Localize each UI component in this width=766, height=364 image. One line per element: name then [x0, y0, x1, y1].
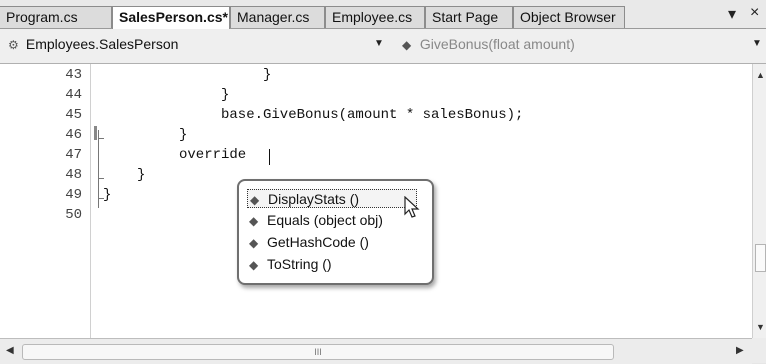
line-number: 50 [65, 207, 82, 223]
horizontal-scroll-thumb[interactable]: III [22, 344, 614, 360]
method-icon: ◆ [249, 258, 259, 272]
close-icon[interactable]: × [750, 4, 759, 22]
method-icon: ◆ [402, 38, 412, 52]
line-number: 47 [65, 147, 82, 163]
tab-label: Manager.cs [237, 9, 310, 25]
code-line: } [103, 187, 112, 203]
vertical-scroll-thumb[interactable] [755, 244, 766, 272]
tab-program-cs[interactable]: Program.cs [0, 6, 112, 28]
tab-list-dropdown-icon[interactable]: ▾ [728, 4, 736, 24]
gutter-divider [90, 64, 91, 338]
code-line: } [179, 127, 188, 143]
scroll-left-icon[interactable]: ◀ [6, 345, 14, 356]
scroll-right-icon[interactable]: ▶ [736, 345, 744, 356]
outline-tick [98, 178, 104, 179]
chevron-down-icon[interactable]: ▼ [374, 38, 384, 49]
completion-item-gethashcode[interactable]: ◆ GetHashCode () [247, 233, 371, 252]
mouse-cursor-icon [404, 196, 420, 218]
tab-start-page[interactable]: Start Page [425, 6, 513, 28]
tab-employee-cs[interactable]: Employee.cs [325, 6, 425, 28]
tab-salesperson-cs[interactable]: SalesPerson.cs* [112, 6, 230, 29]
scroll-up-icon[interactable]: ▲ [756, 70, 765, 80]
tab-label: Start Page [432, 9, 499, 25]
method-icon: ◆ [249, 236, 259, 250]
code-line: } [221, 87, 230, 103]
method-icon: ◆ [250, 193, 260, 207]
text-caret [269, 149, 270, 165]
document-tab-bar: Program.cs SalesPerson.cs* Manager.cs Em… [0, 0, 766, 29]
completion-item-displaystats[interactable]: ◆ DisplayStats () [247, 189, 417, 208]
line-number: 43 [65, 67, 82, 83]
member-combo[interactable]: ◆ GiveBonus(float amount) [396, 33, 756, 57]
vertical-scrollbar[interactable]: ▲ ▼ [752, 64, 766, 338]
horizontal-scrollbar[interactable]: ◀ III ▶ [0, 338, 752, 364]
scroll-down-icon[interactable]: ▼ [756, 322, 765, 332]
line-number: 49 [65, 187, 82, 203]
method-icon: ◆ [249, 214, 259, 228]
code-line: } [137, 167, 146, 183]
outline-line [98, 130, 99, 208]
line-number: 48 [65, 167, 82, 183]
change-marker [94, 126, 97, 140]
completion-item-label: DisplayStats () [268, 191, 360, 207]
scrollbar-corner [752, 338, 766, 363]
member-combo-value: GiveBonus(float amount) [419, 36, 575, 52]
scroll-thumb-grip: III [314, 347, 322, 357]
tab-label: Program.cs [6, 9, 78, 25]
navigation-bar: ⚙ Employees.SalesPerson ▼ ◆ GiveBonus(fl… [0, 29, 766, 64]
code-line: } [263, 67, 272, 83]
tab-label: Object Browser [520, 9, 616, 25]
line-number: 46 [65, 127, 82, 143]
completion-item-label: ToString () [267, 256, 332, 272]
tab-label: Employee.cs [332, 9, 413, 25]
completion-item-label: GetHashCode () [267, 234, 369, 250]
tab-manager-cs[interactable]: Manager.cs [230, 6, 325, 28]
type-combo[interactable]: ⚙ Employees.SalesPerson [2, 33, 392, 57]
code-line: override [179, 147, 255, 163]
chevron-down-icon[interactable]: ▼ [752, 38, 762, 49]
completion-item-tostring[interactable]: ◆ ToString () [247, 255, 334, 274]
line-number: 44 [65, 87, 82, 103]
outline-tick [98, 138, 104, 139]
class-icon: ⚙ [8, 38, 19, 52]
type-combo-value: Employees.SalesPerson [25, 36, 179, 52]
code-line: base.GiveBonus(amount * salesBonus); [221, 107, 524, 123]
completion-item-label: Equals (object obj) [267, 212, 383, 228]
tab-label: SalesPerson.cs* [119, 9, 228, 25]
intellisense-popup: ◆ DisplayStats () ◆ Equals (object obj) ◆ G… [237, 179, 434, 285]
tab-object-browser[interactable]: Object Browser [513, 6, 625, 28]
completion-item-equals[interactable]: ◆ Equals (object obj) [247, 211, 385, 230]
line-number: 45 [65, 107, 82, 123]
